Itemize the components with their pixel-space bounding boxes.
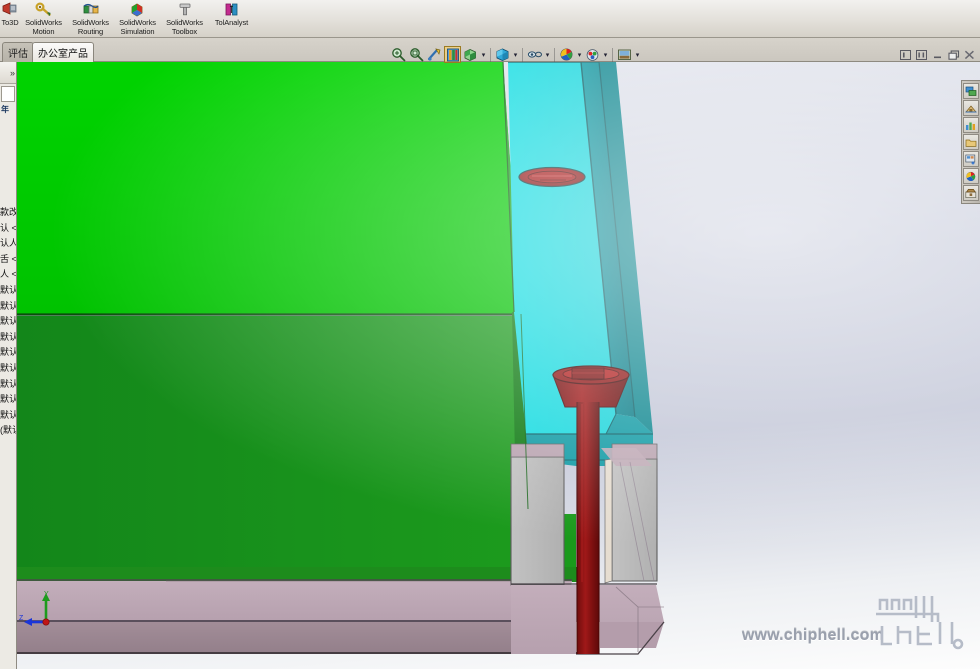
chevron-right-icon[interactable]: » [10,68,15,78]
ribbon-button-solidworks-motion[interactable]: SolidWorks Motion [20,0,67,38]
solidworks-motion-icon [34,1,53,18]
window-controls [899,46,976,64]
toolbar-separator-2 [522,47,523,62]
ribbon-label-tolanalyst: TolAnalyst [214,18,249,27]
solidworks-toolbox-icon [178,1,192,18]
feature-tree-item[interactable]: 默认 [0,283,16,299]
feature-tree-item[interactable]: 默认 [0,345,16,361]
view-settings-dropdown-caret[interactable]: ▾ [634,51,641,59]
file-explorer-icon[interactable] [963,117,979,133]
feature-tree-item[interactable]: 人 < [0,267,16,283]
triad-z-label: Z [19,615,24,622]
feature-tree-item[interactable]: 款改 [0,205,16,221]
view-orientation-dropdown-caret[interactable]: ▾ [480,51,487,59]
feature-tree-item[interactable]: 舌 <1 [0,252,16,268]
graphics-viewport[interactable] [16,62,980,669]
solidworks-simulation-icon [129,1,146,18]
heads-up-view-toolbar: ▾ ▾ ▾ ▾ ▾ ▾ [388,44,643,65]
toolbar-separator-3 [554,47,555,62]
zoom-to-area-icon[interactable] [408,46,425,63]
close-button[interactable] [963,49,976,62]
display-style-icon[interactable] [494,46,511,63]
minimize-button[interactable] [931,49,944,62]
feature-tree-root-label: 年 [1,105,9,114]
ribbon-label-solidworks-simulation: SolidWorks Simulation [119,18,156,36]
feature-tree-item[interactable]: 默认 [0,330,16,346]
command-manager-ribbon: To3D SolidWorks Motion SolidWorks Routin… [0,0,980,38]
view-orientation-icon[interactable] [462,46,479,63]
ribbon-button-to3d[interactable]: To3D [0,0,20,38]
apply-scene-icon[interactable] [584,46,601,63]
toolbar-separator-4 [612,47,613,62]
solidworks-resources-icon[interactable] [963,83,979,99]
watermark-text: www.chiphell.com [741,627,884,644]
feature-tree-item[interactable]: 默认 [0,392,16,408]
solidworks-window: To3D SolidWorks Motion SolidWorks Routin… [0,0,980,669]
feature-tree-item[interactable]: 默认 [0,299,16,315]
ribbon-button-solidworks-simulation[interactable]: SolidWorks Simulation [114,0,161,38]
restore-pane-left-button[interactable] [899,49,912,62]
view-settings-icon[interactable] [616,46,633,63]
section-view-icon[interactable] [444,46,461,63]
search-icon[interactable] [963,134,979,150]
hide-show-items-icon[interactable] [526,46,543,63]
to3d-icon [2,1,18,18]
feature-tree-item[interactable]: 认 < [0,221,16,237]
previous-view-icon[interactable] [426,46,443,63]
feature-tree-item[interactable]: 默认 [0,408,16,424]
edit-appearance-dropdown-caret[interactable]: ▾ [576,51,583,59]
toolbar-separator-1 [490,47,491,62]
ribbon-label-to3d: To3D [1,18,19,27]
custom-properties-icon[interactable] [963,185,979,201]
zoom-to-fit-icon[interactable] [390,46,407,63]
feature-tree-item[interactable]: 默认 [0,377,16,393]
edit-appearance-icon[interactable] [558,46,575,63]
ribbon-button-tolanalyst[interactable]: TolAnalyst [208,0,255,38]
restore-button[interactable] [947,49,960,62]
tab-office-products[interactable]: 办公室产品 [32,42,94,62]
feature-tree-search-input[interactable] [1,86,15,102]
ribbon-label-solidworks-routing: SolidWorks Routing [72,18,109,36]
tolanalyst-icon [224,1,239,18]
design-library-icon[interactable] [963,100,979,116]
tab-evaluate[interactable]: 评估 [2,42,34,62]
solidworks-routing-icon [82,1,100,18]
coordinate-triad: Y Z [18,588,62,628]
appearances-scenes-icon[interactable] [963,168,979,184]
feature-tree-item[interactable]: 默认 [0,361,16,377]
view-palette-icon[interactable] [963,151,979,167]
assembly-model[interactable] [16,62,980,669]
feature-tree-item[interactable]: (默认 [0,423,16,439]
apply-scene-dropdown-caret[interactable]: ▾ [602,51,609,59]
restore-pane-right-button[interactable] [915,49,928,62]
ribbon-button-solidworks-routing[interactable]: SolidWorks Routing [67,0,114,38]
feature-tree-item[interactable]: 默认 [0,314,16,330]
ribbon-button-solidworks-toolbox[interactable]: SolidWorks Toolbox [161,0,208,38]
feature-manager-header: » [0,62,16,84]
triad-y-label: Y [44,591,49,598]
display-style-dropdown-caret[interactable]: ▾ [512,51,519,59]
ribbon-label-solidworks-toolbox: SolidWorks Toolbox [166,18,203,36]
task-pane [961,80,980,204]
ribbon-label-solidworks-motion: SolidWorks Motion [25,18,62,36]
hide-show-dropdown-caret[interactable]: ▾ [544,51,551,59]
feature-manager-panel[interactable]: » 年 款改认 <认人 <舌 <1人 <默认默认默认默认默认默认默认默认默认(默… [0,62,17,669]
feature-tree-list[interactable]: 款改认 <认人 <舌 <1人 <默认默认默认默认默认默认默认默认默认(默认 [0,119,16,439]
feature-tree-item[interactable]: 认人 < [0,236,16,252]
